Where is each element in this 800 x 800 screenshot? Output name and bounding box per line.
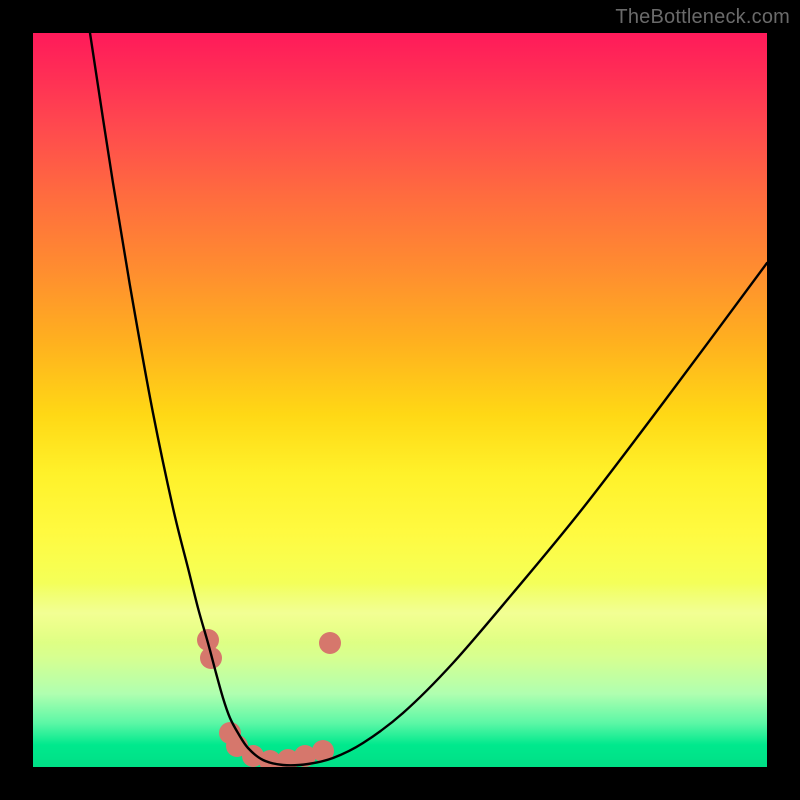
marker-dot (319, 632, 341, 654)
markers-group (197, 629, 341, 767)
plot-area (33, 33, 767, 767)
curve-svg (33, 33, 767, 767)
outer-frame: TheBottleneck.com (0, 0, 800, 800)
watermark-text: TheBottleneck.com (615, 6, 790, 29)
bottleneck-curve (90, 33, 767, 765)
